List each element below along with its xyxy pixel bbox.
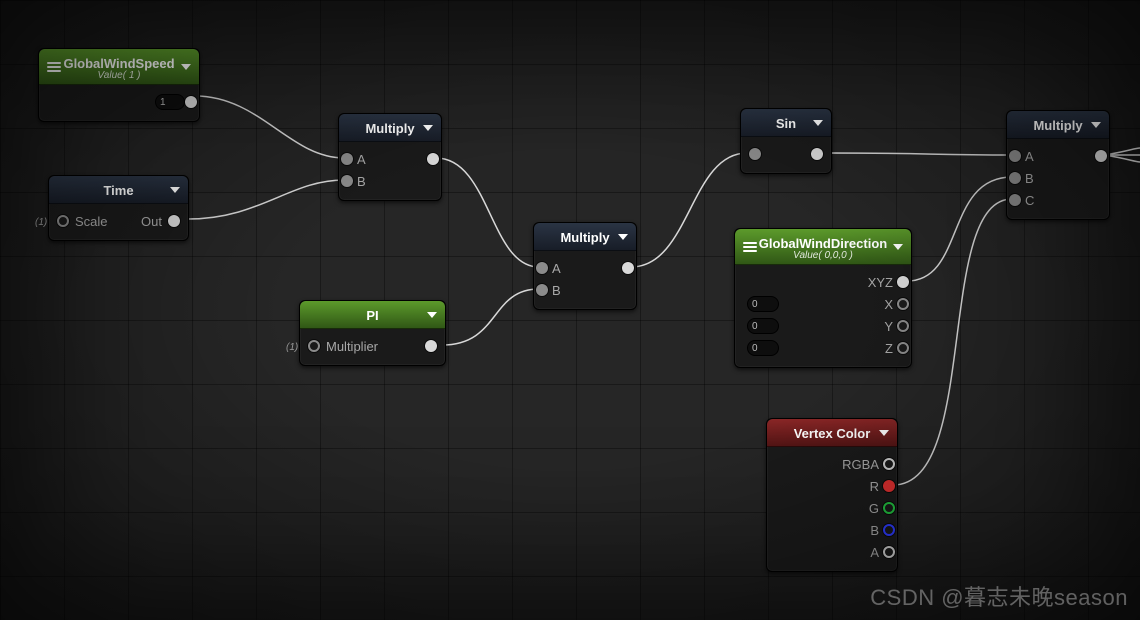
pin-label: Multiplier [326, 339, 378, 354]
pin-label: Z [885, 341, 893, 356]
value-input[interactable]: 1 [155, 94, 185, 110]
node-header[interactable]: Multiply [1007, 111, 1109, 139]
node-title: Time [103, 183, 133, 198]
node-title: GlobalWindDirection [759, 236, 887, 251]
value-input-x[interactable]: 0 [747, 296, 779, 312]
output-pin[interactable] [185, 96, 197, 108]
output-pin-z[interactable] [897, 342, 909, 354]
chevron-down-icon[interactable] [813, 120, 823, 126]
pin-label: Y [884, 319, 893, 334]
node-header[interactable]: GlobalWindSpeed Value( 1 ) [39, 49, 199, 85]
node-title: Multiply [365, 121, 414, 136]
input-pin-multiplier[interactable] [308, 340, 320, 352]
node-vertex-color[interactable]: Vertex Color RGBA R G B A [766, 418, 898, 572]
output-pin-a[interactable] [883, 546, 895, 558]
chevron-down-icon[interactable] [1091, 122, 1101, 128]
node-title: Vertex Color [794, 426, 871, 441]
node-header[interactable]: Multiply [339, 114, 441, 142]
node-sin[interactable]: Sin [740, 108, 832, 174]
pin-label: A [1025, 149, 1034, 164]
hamburger-icon[interactable] [47, 62, 61, 72]
ext-label: (1) [35, 217, 47, 228]
node-header[interactable]: GlobalWindDirection Value( 0,0,0 ) [735, 229, 911, 265]
pin-label: B [1025, 171, 1034, 186]
pin-label: B [357, 174, 366, 189]
node-global-wind-direction[interactable]: GlobalWindDirection Value( 0,0,0 ) XYZ 0… [734, 228, 912, 368]
node-header[interactable]: Multiply [534, 223, 636, 251]
pin-label: XYZ [868, 275, 893, 290]
node-header[interactable]: Sin [741, 109, 831, 137]
input-pin-b[interactable] [341, 175, 353, 187]
pin-label: Scale [75, 214, 108, 229]
chevron-down-icon[interactable] [879, 430, 889, 436]
output-pin-rgba[interactable] [883, 458, 895, 470]
node-multiply-3[interactable]: Multiply A B C [1006, 110, 1110, 220]
node-global-wind-speed[interactable]: GlobalWindSpeed Value( 1 ) 1 [38, 48, 200, 122]
chevron-down-icon[interactable] [423, 125, 433, 131]
input-pin[interactable] [749, 148, 761, 160]
node-multiply-1[interactable]: Multiply A B [338, 113, 442, 201]
node-title: PI [366, 308, 378, 323]
node-title: GlobalWindSpeed [63, 56, 174, 71]
chevron-down-icon[interactable] [427, 312, 437, 318]
node-header[interactable]: PI [300, 301, 445, 329]
output-pin-r[interactable] [883, 480, 895, 492]
node-graph-canvas[interactable]: GlobalWindSpeed Value( 1 ) 1 (1) Time Sc… [0, 0, 1140, 620]
output-pin-b[interactable] [883, 524, 895, 536]
output-pin-x[interactable] [897, 298, 909, 310]
node-title: Sin [776, 116, 796, 131]
output-pin[interactable] [427, 153, 439, 165]
node-header[interactable]: Time [49, 176, 188, 204]
input-pin-a[interactable] [1009, 150, 1021, 162]
input-pin-a[interactable] [341, 153, 353, 165]
pin-label: G [869, 501, 879, 516]
output-pin[interactable] [1095, 150, 1107, 162]
node-title: Multiply [1033, 118, 1082, 133]
node-pi[interactable]: (1) PI Multiplier [299, 300, 446, 366]
pin-label: A [870, 545, 879, 560]
pin-label: A [552, 261, 561, 276]
chevron-down-icon[interactable] [893, 244, 903, 250]
pin-label: B [552, 283, 561, 298]
node-subtitle: Value( 0,0,0 ) [793, 250, 853, 261]
pin-label: B [870, 523, 879, 538]
chevron-down-icon[interactable] [170, 187, 180, 193]
input-pin-b[interactable] [1009, 172, 1021, 184]
pin-label: RGBA [842, 457, 879, 472]
output-pin[interactable] [425, 340, 437, 352]
node-subtitle: Value( 1 ) [98, 70, 141, 81]
output-pin[interactable] [811, 148, 823, 160]
pin-label: C [1025, 193, 1034, 208]
pin-label: X [884, 297, 893, 312]
node-time[interactable]: (1) Time Scale Out [48, 175, 189, 241]
chevron-down-icon[interactable] [618, 234, 628, 240]
node-multiply-2[interactable]: Multiply A B [533, 222, 637, 310]
pin-label: R [870, 479, 879, 494]
hamburger-icon[interactable] [743, 242, 757, 252]
node-title: Multiply [560, 230, 609, 245]
input-pin-scale[interactable] [57, 215, 69, 227]
node-header[interactable]: Vertex Color [767, 419, 897, 447]
chevron-down-icon[interactable] [181, 64, 191, 70]
output-pin-xyz[interactable] [897, 276, 909, 288]
input-pin-a[interactable] [536, 262, 548, 274]
output-pin-y[interactable] [897, 320, 909, 332]
output-pin-out[interactable] [168, 215, 180, 227]
watermark-text: CSDN @暮志未晚season [870, 580, 1128, 612]
output-pin[interactable] [622, 262, 634, 274]
input-pin-c[interactable] [1009, 194, 1021, 206]
pin-label: Out [141, 214, 162, 229]
pin-label: A [357, 152, 366, 167]
value-input-y[interactable]: 0 [747, 318, 779, 334]
output-pin-g[interactable] [883, 502, 895, 514]
ext-label: (1) [286, 342, 298, 353]
input-pin-b[interactable] [536, 284, 548, 296]
value-input-z[interactable]: 0 [747, 340, 779, 356]
